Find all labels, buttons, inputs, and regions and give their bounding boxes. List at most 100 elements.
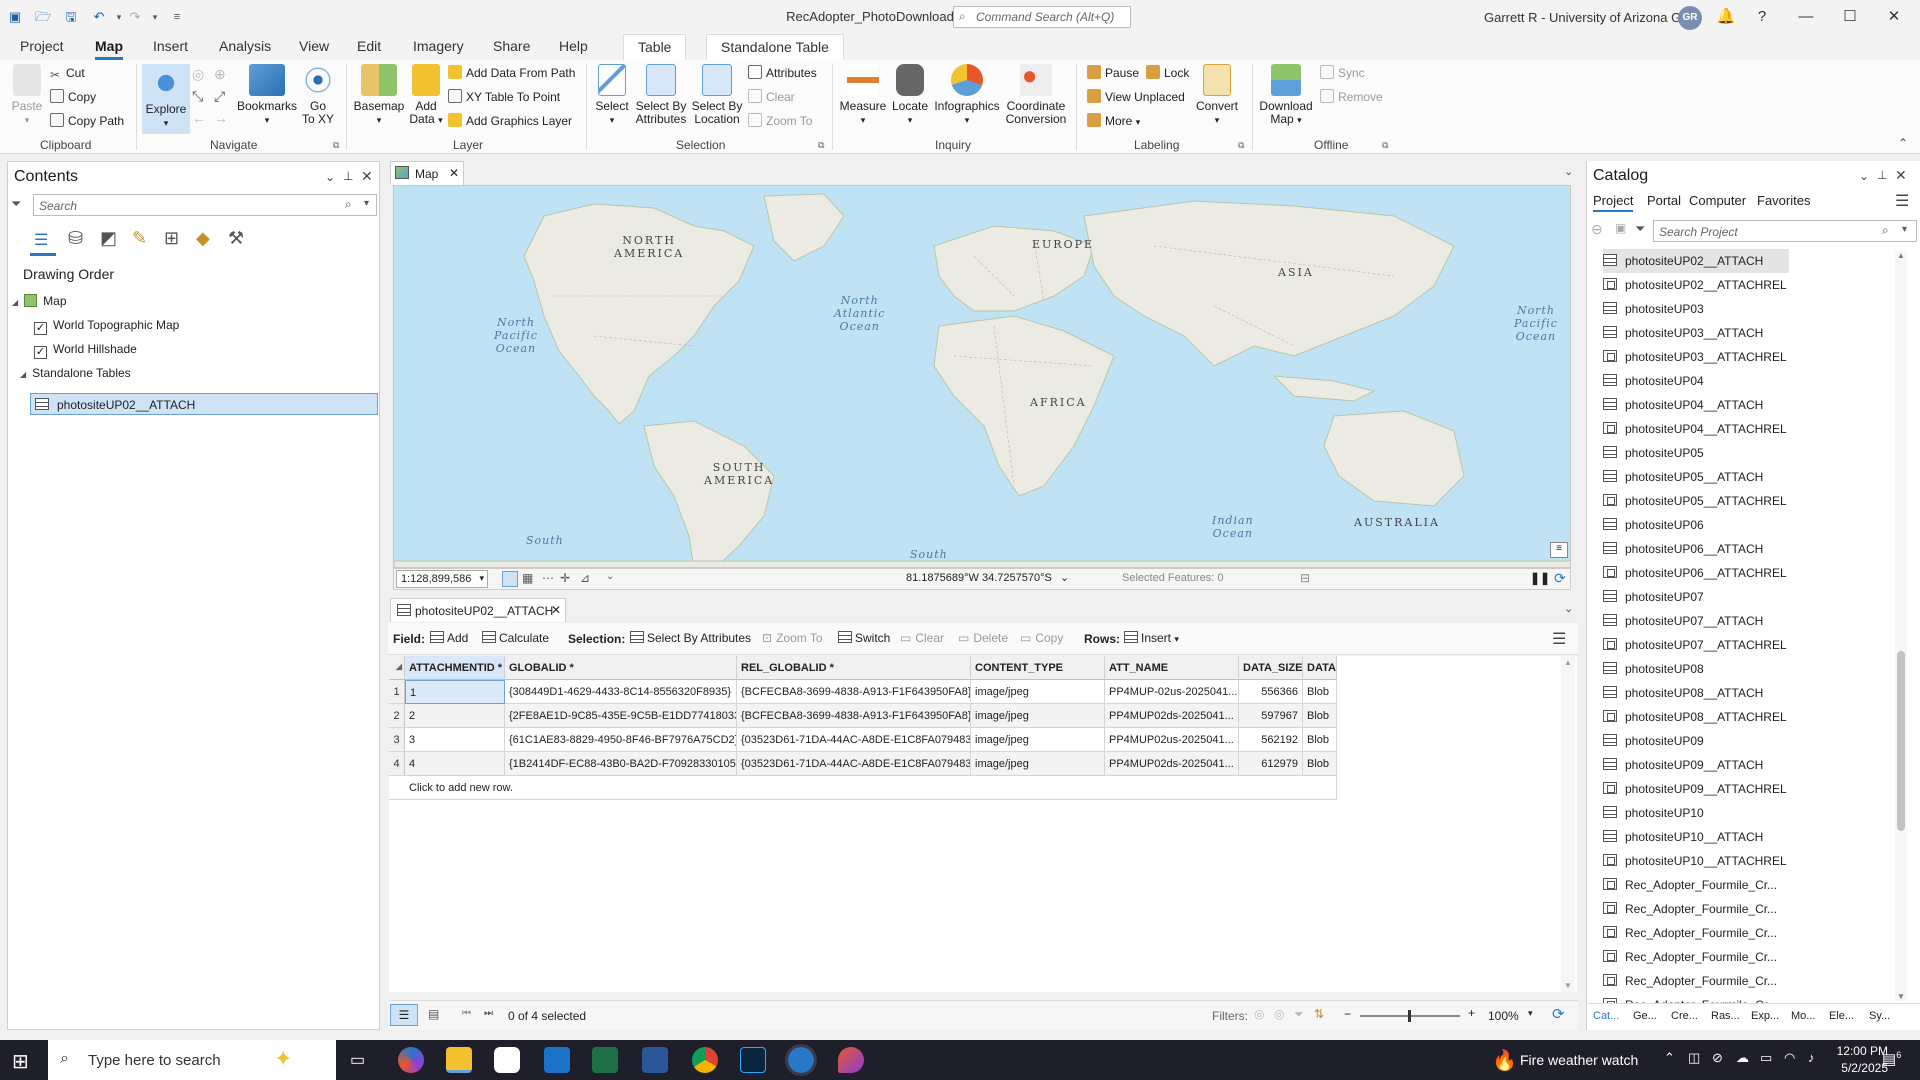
catalog-item[interactable]: photositeUP05	[1603, 441, 1704, 465]
undo-icon[interactable]: ↶	[90, 8, 108, 26]
excel-icon[interactable]	[592, 1047, 618, 1073]
zoom-to-selection-icon[interactable]: ⊕	[214, 66, 226, 83]
show-all-records-icon[interactable]: ☰	[390, 1004, 418, 1026]
pin-icon[interactable]: ⊥	[1877, 168, 1887, 182]
list-by-source-icon[interactable]: ⛁	[68, 228, 83, 249]
catalog-item[interactable]: photositeUP04__ATTACH	[1603, 393, 1763, 417]
catalog-item[interactable]: Rec_Adopter_Fourmile_Cr...	[1603, 873, 1777, 897]
catalog-item[interactable]: photositeUP10	[1603, 801, 1704, 825]
windows-start-icon[interactable]: ⊞	[12, 1049, 29, 1074]
command-search-input[interactable]: ⌕ Command Search (Alt+Q)	[953, 6, 1131, 28]
list-by-snapping-icon[interactable]: ⊞	[164, 228, 179, 249]
tab-project[interactable]: Project	[20, 38, 64, 60]
wifi-icon[interactable]: ◠	[1784, 1050, 1795, 1066]
list-by-selection-icon[interactable]: ◩	[100, 228, 117, 249]
contents-search-input[interactable]: Search ⌕ ▾	[33, 194, 377, 216]
bookmarks-button[interactable]: Bookmarks ▾	[236, 64, 298, 127]
arcgis-drop-icon[interactable]	[838, 1047, 864, 1073]
view-unplaced-button[interactable]: View Unplaced	[1087, 87, 1185, 107]
clock-time[interactable]: 12:00 PM	[1834, 1044, 1888, 1058]
catalog-search-input[interactable]: Search Project ⌕ ▾	[1653, 220, 1917, 242]
fixed-zoom-in-icon[interactable]: ⤡	[192, 88, 203, 105]
next-extent-icon[interactable]: →	[214, 110, 228, 126]
bottom-tab-geoprocessing[interactable]: Ge...	[1633, 1010, 1657, 1022]
copy-path-button[interactable]: Copy Path	[50, 111, 124, 131]
tab-share[interactable]: Share	[493, 38, 530, 60]
catalog-item[interactable]: photositeUP06__ATTACHREL	[1603, 561, 1787, 585]
catalog-tab-favorites[interactable]: Favorites	[1757, 193, 1810, 208]
map-view-tab[interactable]: Map ✕	[390, 161, 464, 185]
list-by-perspective-icon[interactable]: ⚒	[228, 228, 244, 249]
open-project-icon[interactable]: 🗁	[34, 8, 52, 26]
catalog-item[interactable]: photositeUP03__ATTACH	[1603, 321, 1763, 345]
pause-labeling-button[interactable]: Pause	[1087, 63, 1139, 83]
infographics-button[interactable]: Infographics ▾	[932, 64, 1002, 127]
download-map-button[interactable]: Download Map ▾	[1256, 64, 1316, 127]
go-to-xy-button[interactable]: Go To XY	[300, 64, 336, 126]
grid-icon[interactable]: ▦	[522, 571, 533, 585]
bottom-tab-create-features[interactable]: Cre...	[1671, 1010, 1698, 1022]
word-icon[interactable]	[642, 1047, 668, 1073]
show-hidden-icons[interactable]: ⌃	[1664, 1050, 1675, 1066]
chrome-icon[interactable]	[692, 1047, 718, 1073]
add-field-button[interactable]: Add	[430, 631, 468, 645]
close-map-tab-icon[interactable]: ✕	[449, 166, 459, 180]
volume-icon[interactable]: ♪	[1808, 1050, 1815, 1065]
battery-icon[interactable]: ▭	[1760, 1050, 1772, 1066]
back-icon[interactable]: ⊖	[1591, 221, 1603, 238]
bottom-tab-catalog[interactable]: Cat...	[1593, 1010, 1619, 1022]
catalog-item[interactable]: photositeUP07	[1603, 585, 1704, 609]
constraint-icon[interactable]: ⊿	[580, 571, 590, 585]
map-canvas[interactable]: NORTH AMERICA SOUTH AMERICA EUROPE ASIA AF…	[393, 185, 1571, 568]
copy-rows-button[interactable]: ▭ Copy	[1020, 631, 1063, 645]
full-extent-icon[interactable]: ◎	[192, 66, 204, 83]
tab-help[interactable]: Help	[559, 38, 588, 60]
close-table-tab-icon[interactable]: ✕	[551, 603, 561, 617]
cut-button[interactable]: ✂ Cut	[50, 63, 85, 83]
list-by-editing-icon[interactable]: ✎	[132, 228, 147, 249]
filter-icon[interactable]: ⏷	[11, 196, 21, 212]
tree-item-map[interactable]: ◢ Map	[12, 290, 67, 312]
catalog-item[interactable]: Rec_Adopter_Fourmile_Cr...	[1603, 969, 1777, 993]
more-labeling-button[interactable]: More ▾	[1087, 111, 1140, 131]
catalog-scrollbar-thumb[interactable]	[1897, 651, 1905, 831]
paste-button[interactable]: Paste ▾	[10, 64, 44, 127]
column-header-att-name[interactable]: ATT_NAME	[1105, 656, 1239, 680]
catalog-item[interactable]: photositeUP08	[1603, 657, 1704, 681]
attributes-button[interactable]: Attributes	[748, 63, 817, 83]
fixed-zoom-out-icon[interactable]: ⤢	[214, 88, 225, 105]
refresh-icon[interactable]: ⟳	[1552, 1005, 1565, 1023]
tree-item-standalone-tables[interactable]: ◢ Standalone Tables	[20, 362, 131, 384]
add-graphics-layer-button[interactable]: Add Graphics Layer	[448, 111, 572, 131]
filter-extent-icon[interactable]: ◎	[1254, 1007, 1264, 1021]
copilot-icon[interactable]	[398, 1047, 424, 1073]
list-by-labeling-icon[interactable]: ◆	[196, 228, 210, 249]
explore-button[interactable]: Explore ▾	[142, 64, 190, 134]
zoom-in-icon[interactable]: +	[1468, 1006, 1475, 1020]
tab-table[interactable]: Table	[623, 34, 687, 60]
catalog-item[interactable]: photositeUP07__ATTACH	[1603, 609, 1763, 633]
catalog-item[interactable]: photositeUP09__ATTACH	[1603, 753, 1763, 777]
catalog-item[interactable]: photositeUP08__ATTACH	[1603, 681, 1763, 705]
navigate-dialog-launcher-icon[interactable]: ⧉	[333, 140, 339, 151]
catalog-options-icon[interactable]: ⌄	[1859, 169, 1869, 183]
filter-query-icon[interactable]: ⏷	[1294, 1007, 1304, 1022]
list-by-drawing-order-button[interactable]: ☰	[30, 226, 56, 256]
locate-button[interactable]: Locate ▾	[890, 64, 930, 127]
pause-drawing-icon[interactable]: ❚❚	[1530, 571, 1550, 585]
catalog-item[interactable]: Rec_Adopter_Fourmile_Cr...	[1603, 921, 1777, 945]
lock-labeling-button[interactable]: Lock	[1146, 63, 1189, 83]
filter-time-icon[interactable]: ⇅	[1314, 1007, 1324, 1021]
tab-standalone-table[interactable]: Standalone Table	[706, 34, 844, 60]
select-by-location-button[interactable]: Select By Location	[690, 64, 744, 126]
xy-table-to-point-button[interactable]: XY Table To Point	[448, 87, 560, 107]
column-header-attachmentid[interactable]: ATTACHMENTID *	[405, 656, 505, 680]
chevron-down-icon[interactable]: ⌄	[1564, 165, 1573, 178]
clock-date[interactable]: 5/2/2025	[1834, 1061, 1888, 1075]
catalog-item[interactable]: photositeUP04__ATTACHREL	[1603, 417, 1787, 441]
contents-options-icon[interactable]: ⌄	[325, 170, 335, 184]
catalog-item[interactable]: photositeUP05__ATTACH	[1603, 465, 1763, 489]
bottom-tab-modify[interactable]: Mo...	[1791, 1010, 1815, 1022]
notification-center-icon[interactable]: ▤6	[1882, 1050, 1901, 1068]
avatar[interactable]: GR	[1678, 6, 1702, 30]
